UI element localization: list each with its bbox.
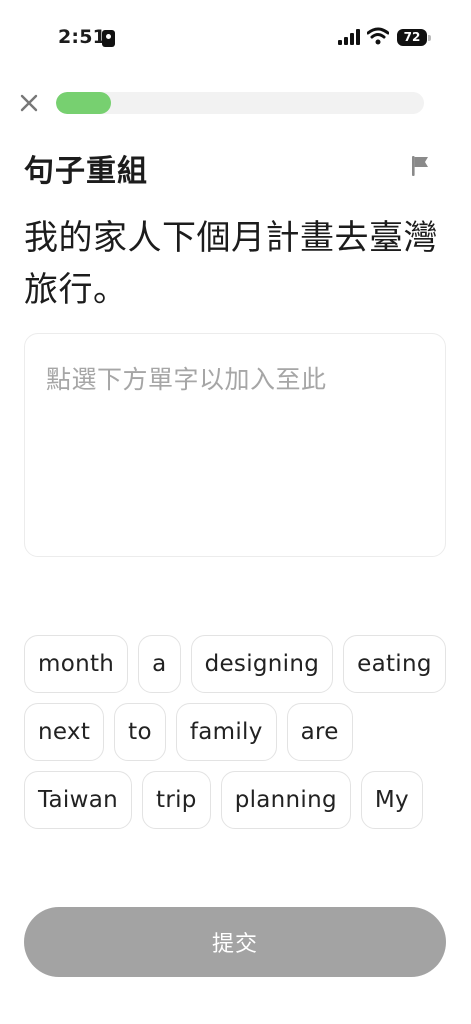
word-chip[interactable]: family [175, 703, 277, 761]
word-bank: month a designing eating next to family … [24, 635, 454, 839]
contact-badge-icon [102, 30, 115, 47]
close-icon [20, 94, 38, 112]
word-chip[interactable]: Taiwan [24, 771, 133, 829]
lesson-progress-bar [56, 92, 424, 114]
submit-button[interactable]: 提交 [24, 907, 446, 977]
close-button[interactable] [16, 90, 42, 116]
word-chip[interactable]: trip [142, 771, 211, 829]
exercise-title: 句子重組 [24, 154, 148, 189]
word-chip[interactable]: month [24, 635, 129, 693]
word-chip[interactable]: a [138, 635, 181, 693]
answer-drop-area[interactable]: 點選下方單字以加入至此 [24, 333, 446, 557]
prompt-sentence: 我的家人下個月計畫去臺灣旅行。 [24, 218, 438, 310]
battery-tip [428, 35, 431, 41]
signal-icon [338, 29, 360, 45]
lesson-progress-fill [56, 92, 112, 114]
report-flag-button[interactable] [410, 155, 432, 177]
status-time: 2:51 [58, 26, 107, 48]
word-chip[interactable]: My [360, 771, 423, 829]
answer-placeholder: 點選下方單字以加入至此 [46, 365, 327, 394]
word-chip[interactable]: to [114, 703, 166, 761]
word-chip[interactable]: are [286, 703, 353, 761]
word-chip[interactable]: eating [343, 635, 446, 693]
word-chip[interactable]: planning [220, 771, 351, 829]
word-row: month a designing eating [24, 635, 454, 693]
flag-icon [412, 156, 428, 176]
word-row: next to family are [24, 703, 454, 761]
battery-indicator: 72 [397, 29, 427, 46]
status-bar: 2:51 72 [0, 0, 471, 78]
word-chip[interactable]: next [24, 703, 105, 761]
wifi-icon [367, 27, 389, 45]
word-row: Taiwan trip planning My [24, 771, 454, 829]
word-chip[interactable]: designing [190, 635, 334, 693]
